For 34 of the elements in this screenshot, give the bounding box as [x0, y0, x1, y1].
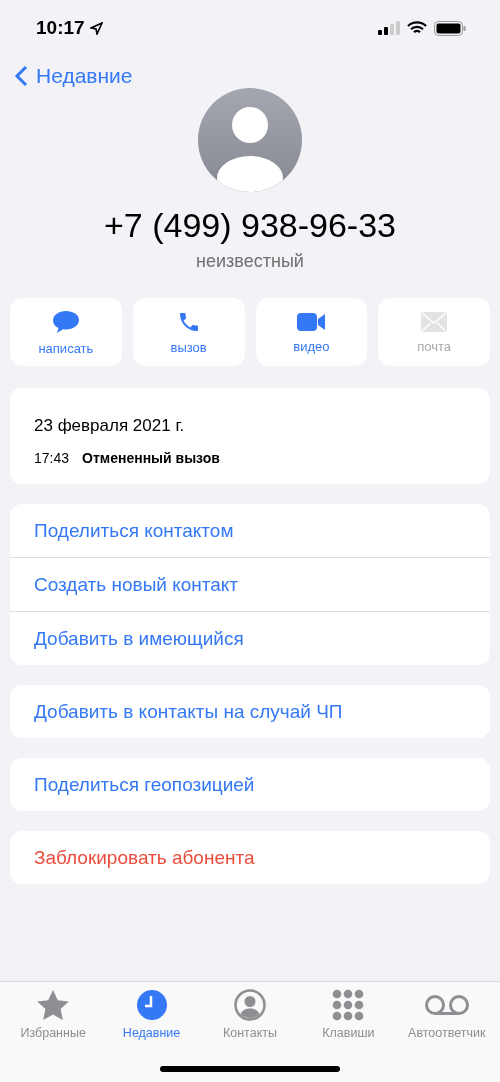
keypad-icon [332, 989, 365, 1021]
tab[interactable]: Клавиши [300, 988, 397, 1040]
voicemail-icon [423, 994, 470, 1016]
option-link[interactable]: Добавить в контакты на случай ЧП [10, 685, 490, 738]
action-button[interactable]: видео [255, 298, 368, 366]
tab[interactable]: Автоответчик [398, 988, 495, 1040]
call-date: 23 февраля 2021 г. [34, 416, 186, 436]
battery-icon [434, 20, 466, 36]
status-time: 10:17 [36, 17, 85, 39]
tab[interactable]: Контакты [201, 988, 298, 1040]
chevron-left-icon [14, 65, 28, 87]
option-link[interactable]: Поделиться геопозицией [10, 758, 490, 811]
option-link[interactable]: Заблокировать абонента [10, 831, 490, 884]
option-link[interactable]: Поделиться контактом [10, 504, 490, 557]
signal-icon [378, 21, 400, 35]
option-link[interactable]: Создать новый контакт [10, 557, 490, 611]
caller-label: неизвестный [196, 251, 304, 272]
tab[interactable]: Недавние [103, 988, 200, 1040]
person-circle-icon [233, 989, 266, 1021]
call-status: Отмененный вызов [82, 450, 220, 466]
action-button[interactable]: вызов [132, 298, 245, 366]
back-link[interactable]: Недавние [14, 64, 133, 88]
envelope-icon [420, 310, 449, 333]
video-camera-icon [296, 310, 327, 333]
clock-icon [135, 989, 168, 1021]
star-icon [36, 989, 71, 1021]
location-arrow-icon [89, 21, 103, 35]
call-time: 17:43 [34, 450, 70, 466]
chat-bubble-icon [51, 308, 80, 335]
wifi-icon [407, 21, 427, 35]
phone-number: +7 (499) 938-96-33 [103, 206, 396, 245]
tab[interactable]: Избранные [5, 988, 102, 1040]
option-link[interactable]: Добавить в имеющийся [10, 611, 490, 665]
action-button[interactable]: написать [10, 298, 122, 366]
